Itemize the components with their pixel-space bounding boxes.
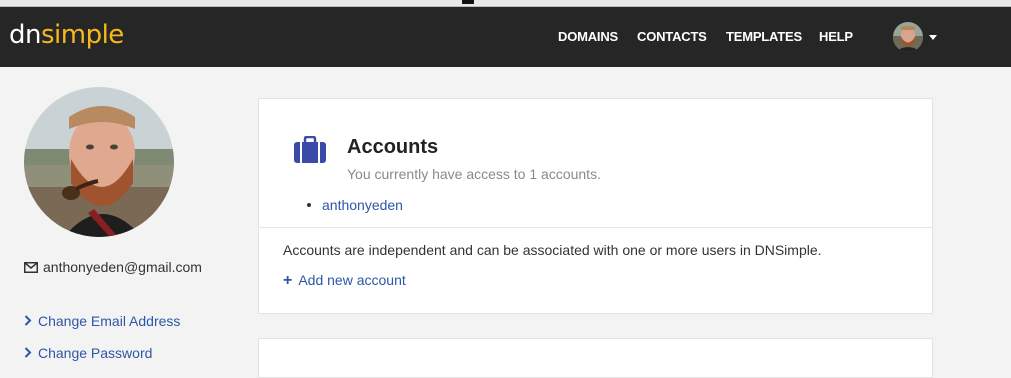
- chevron-right-icon: [24, 345, 32, 361]
- plus-icon: +: [283, 272, 293, 289]
- dnsimple-logo[interactable]: dnsimple: [9, 18, 124, 52]
- profile-email-text: anthonyeden@gmail.com: [43, 259, 202, 275]
- change-password-label: Change Password: [38, 345, 153, 361]
- nav-domains[interactable]: DOMAINS: [558, 29, 618, 44]
- caret-down-icon[interactable]: [929, 35, 937, 40]
- list-item[interactable]: anthonyeden: [307, 197, 403, 213]
- secondary-card: [258, 338, 933, 378]
- add-account-button[interactable]: + Add new account: [283, 272, 406, 290]
- nav-help[interactable]: HELP: [819, 29, 853, 44]
- change-email-link[interactable]: Change Email Address: [24, 313, 180, 329]
- add-account-label: Add new account: [298, 272, 406, 288]
- logo-part-simple: simple: [40, 20, 124, 50]
- cursor-marker: [462, 0, 474, 4]
- change-email-label: Change Email Address: [38, 313, 181, 329]
- profile-avatar: [24, 87, 174, 237]
- nav-templates[interactable]: TEMPLATES: [726, 29, 802, 44]
- top-navbar: dnsimple DOMAINS CONTACTS TEMPLATES HELP: [0, 7, 1011, 67]
- change-password-link[interactable]: Change Password: [24, 345, 152, 361]
- accounts-title: Accounts: [347, 136, 439, 158]
- card-divider: [259, 227, 932, 228]
- user-avatar-small[interactable]: [893, 22, 923, 52]
- account-link[interactable]: anthonyeden: [322, 197, 403, 213]
- logo-part-dn: dn: [9, 20, 41, 50]
- chevron-right-icon: [24, 313, 32, 329]
- accounts-card: Accounts You currently have access to 1 …: [258, 98, 933, 314]
- accounts-description: Accounts are independent and can be asso…: [283, 242, 822, 258]
- envelope-icon: [24, 260, 38, 276]
- nav-contacts[interactable]: CONTACTS: [637, 29, 707, 44]
- briefcase-icon: [294, 135, 326, 168]
- accounts-subtitle: You currently have access to 1 accounts.: [347, 166, 601, 182]
- profile-email: anthonyeden@gmail.com: [24, 259, 202, 276]
- accounts-list: anthonyeden: [307, 197, 403, 213]
- browser-chrome-strip: [0, 0, 1011, 7]
- bullet: [307, 203, 311, 207]
